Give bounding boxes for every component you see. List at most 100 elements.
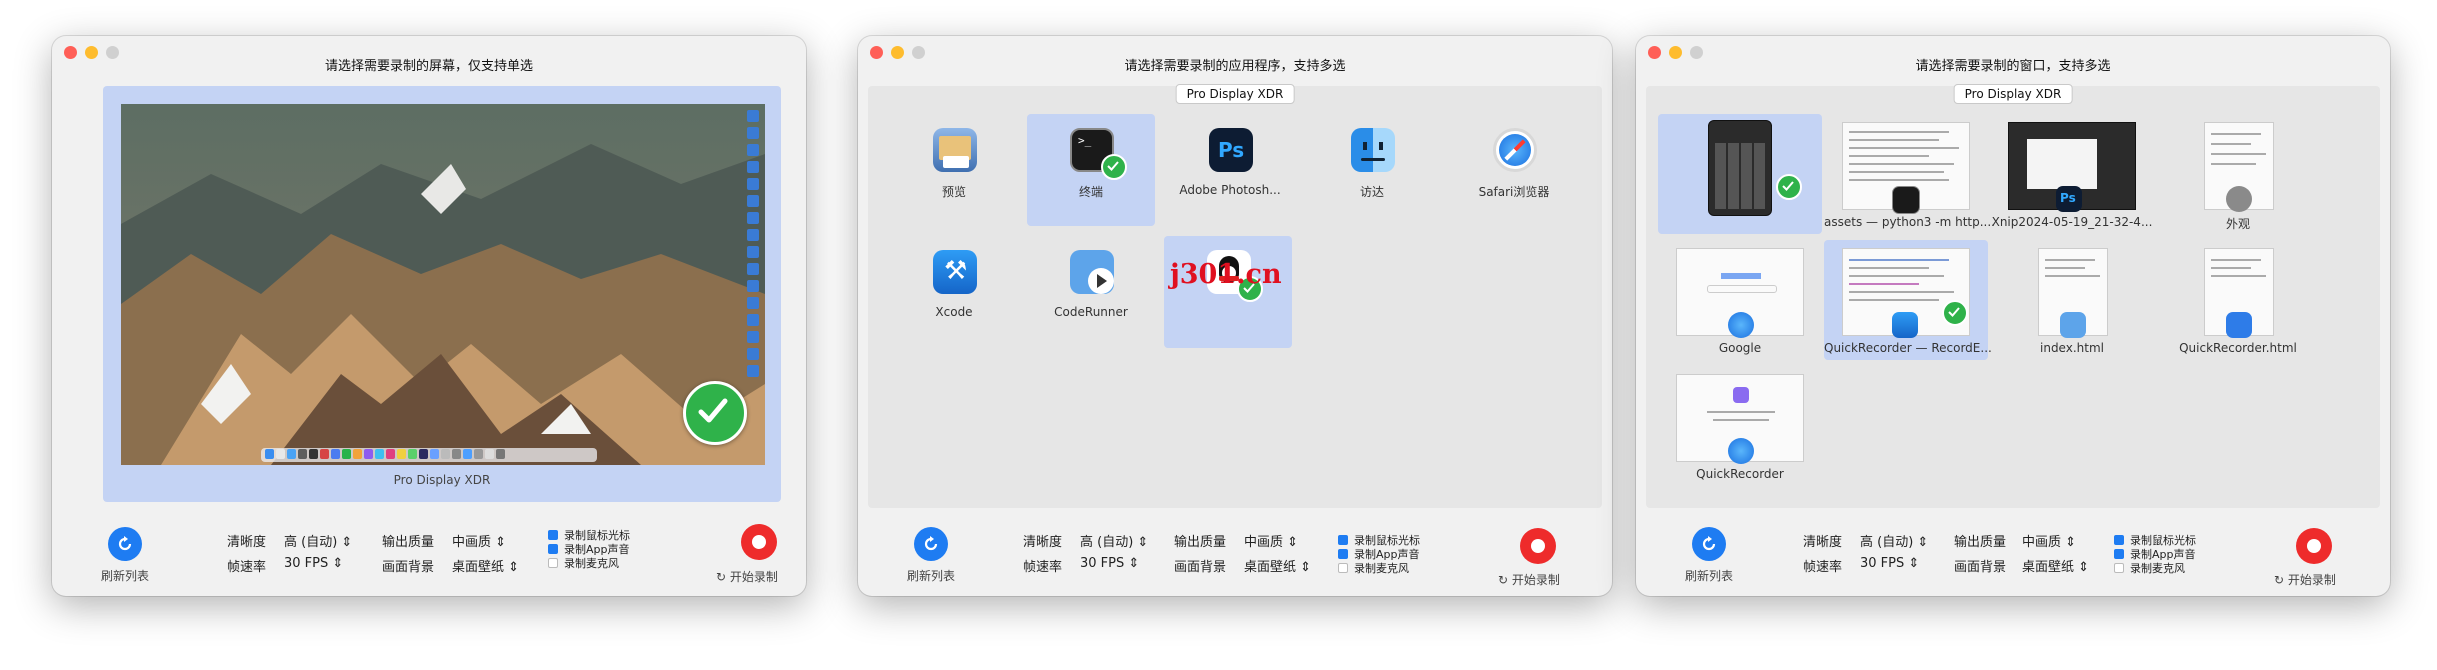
window-label: QuickRecorder — RecordE... [1824, 341, 1992, 355]
start-recording-label: ↻ 开始录制 [1498, 573, 1560, 587]
app-label: 访达 [1359, 185, 1384, 199]
record-app-audio-checkbox[interactable] [2114, 549, 2124, 559]
chevron-updown-icon: ⇕ [1300, 560, 1312, 575]
chevron-updown-icon: ⇕ [2065, 535, 2077, 550]
chevron-updown-icon: ⇕ [1908, 556, 1920, 571]
background-label: 画面背景 [382, 560, 435, 575]
record-cursor-checkbox[interactable] [1338, 535, 1348, 545]
fps-value: 30 FPS [1080, 556, 1125, 571]
clarity-select[interactable]: 高 (自动) ⇕ [284, 531, 352, 550]
background-label: 画面背景 [1174, 560, 1227, 575]
background-label: 画面背景 [1954, 560, 2007, 575]
refresh-list-button[interactable] [914, 527, 948, 561]
app-icon [2226, 312, 2252, 338]
safari-app-icon [1728, 312, 1754, 338]
window-item-quickrecorder[interactable]: QuickRecorder [1658, 366, 1822, 486]
quality-select[interactable]: 中画质 ⇕ [452, 531, 506, 550]
record-mic-checkbox[interactable] [548, 558, 558, 568]
app-label: Xcode [935, 305, 973, 319]
chevron-updown-icon: ⇕ [1137, 535, 1149, 550]
window-title: 请选择需要录制的窗口，支持多选 [1915, 59, 2111, 74]
safari-app-icon [1728, 438, 1754, 464]
quality-label: 输出质量 [1174, 535, 1227, 550]
background-value: 桌面壁纸 [2022, 560, 2075, 575]
record-app-audio-checkbox[interactable] [1338, 549, 1348, 559]
clarity-label: 清晰度 [1023, 535, 1063, 550]
quality-select[interactable]: 中画质 ⇕ [2022, 531, 2076, 550]
app-item-safari[interactable]: Safari浏览器 [1450, 114, 1578, 226]
start-recording-button[interactable] [2296, 528, 2332, 564]
refresh-list-button[interactable] [1692, 527, 1726, 561]
quality-select[interactable]: 中画质 ⇕ [1244, 531, 1298, 550]
window-label: index.html [2040, 341, 2104, 355]
window-item-xnip[interactable]: Ps Xnip2024-05-19_21-32-4... [1990, 114, 2154, 234]
window-item-google[interactable]: Google [1658, 240, 1822, 360]
window-item-calculator[interactable] [1658, 114, 1822, 234]
desktop-file-icons [747, 110, 759, 377]
fps-select[interactable]: 30 FPS ⇕ [284, 556, 343, 571]
app-item-finder[interactable]: 访达 [1308, 114, 1436, 226]
window-item-quickrecorder-html[interactable]: QuickRecorder.html [2156, 240, 2320, 360]
background-select[interactable]: 桌面壁纸 ⇕ [452, 556, 519, 575]
selected-checkmark-icon [683, 381, 747, 445]
quality-value: 中画质 [452, 535, 492, 550]
record-mic-checkbox[interactable] [2114, 563, 2124, 573]
app-label: Safari浏览器 [1478, 185, 1550, 199]
screen-option-pro-display-xdr[interactable]: Pro Display XDR [103, 86, 781, 502]
selected-checkmark-icon [1942, 300, 1968, 326]
photoshop-app-icon: Ps [2056, 186, 2082, 212]
background-select[interactable]: 桌面壁纸 ⇕ [1244, 556, 1311, 575]
chevron-updown-icon: ⇕ [508, 560, 520, 575]
app-label: 预览 [941, 185, 966, 199]
background-select[interactable]: 桌面壁纸 ⇕ [2022, 556, 2089, 575]
app-item-preview[interactable]: 预览 [890, 114, 1018, 226]
photoshop-app-icon: Ps [1209, 128, 1253, 172]
refresh-list-button[interactable] [108, 527, 142, 561]
window-title: 请选择需要录制的屏幕，仅支持单选 [324, 59, 533, 74]
start-recording-label: ↻ 开始录制 [2274, 573, 2336, 587]
fps-value: 30 FPS [284, 556, 329, 571]
xcode-app-icon [1892, 312, 1918, 338]
record-mic-checkbox[interactable] [1338, 563, 1348, 573]
app-label: 终端 [1078, 185, 1103, 199]
record-mic-label: 录制麦克风 [1354, 562, 1409, 575]
start-recording-button[interactable] [1520, 528, 1556, 564]
finder-app-icon [1351, 128, 1395, 172]
fps-select[interactable]: 30 FPS ⇕ [1860, 556, 1919, 571]
window-item-terminal[interactable]: assets — python3 -m http.... [1824, 114, 1995, 234]
window-item-quickrecorder-xcode[interactable]: QuickRecorder — RecordE... [1824, 240, 1992, 360]
preview-app-icon [933, 128, 977, 172]
refresh-icon [1702, 536, 1716, 551]
fps-select[interactable]: 30 FPS ⇕ [1080, 556, 1139, 571]
window-item-index-html[interactable]: index.html [1990, 240, 2154, 360]
dock [261, 448, 597, 462]
xcode-app-icon: ⚒ [933, 250, 977, 294]
app-item-terminal[interactable]: >_ 终端 [1027, 114, 1155, 226]
display-selector[interactable]: Pro Display XDR [1175, 84, 1295, 104]
record-cursor-checkbox[interactable] [2114, 535, 2124, 545]
record-app-audio-checkbox[interactable] [548, 544, 558, 554]
clarity-value: 高 (自动) [284, 535, 338, 550]
record-mic-label: 录制麦克风 [564, 557, 619, 570]
app-item-xcode[interactable]: ⚒ Xcode [890, 236, 1018, 348]
background-value: 桌面壁纸 [452, 560, 505, 575]
safari-app-icon [1493, 128, 1537, 172]
clarity-value: 高 (自动) [1860, 535, 1914, 550]
display-selector[interactable]: Pro Display XDR [1953, 84, 2073, 104]
window-label: Xnip2024-05-19_21-32-4... [1991, 215, 2153, 229]
chevron-updown-icon: ⇕ [2078, 560, 2090, 575]
clarity-select[interactable]: 高 (自动) ⇕ [1080, 531, 1148, 550]
app-item-qq[interactable] [1164, 236, 1292, 348]
chevron-updown-icon: ⇕ [495, 535, 507, 550]
clarity-select[interactable]: 高 (自动) ⇕ [1860, 531, 1928, 550]
app-item-photoshop[interactable]: Ps Adobe Photosh... [1166, 114, 1294, 226]
refresh-list-label: 刷新列表 [1685, 569, 1734, 583]
window-item-appearance[interactable]: 外观 [2156, 114, 2320, 234]
record-cursor-checkbox[interactable] [548, 530, 558, 540]
start-recording-button[interactable] [741, 524, 777, 560]
clarity-label: 清晰度 [227, 535, 267, 550]
quality-value: 中画质 [2022, 535, 2062, 550]
calculator-window-thumbnail [1708, 120, 1772, 216]
app-item-coderunner[interactable]: CodeRunner [1027, 236, 1155, 348]
window-label: assets — python3 -m http.... [1824, 215, 1995, 229]
